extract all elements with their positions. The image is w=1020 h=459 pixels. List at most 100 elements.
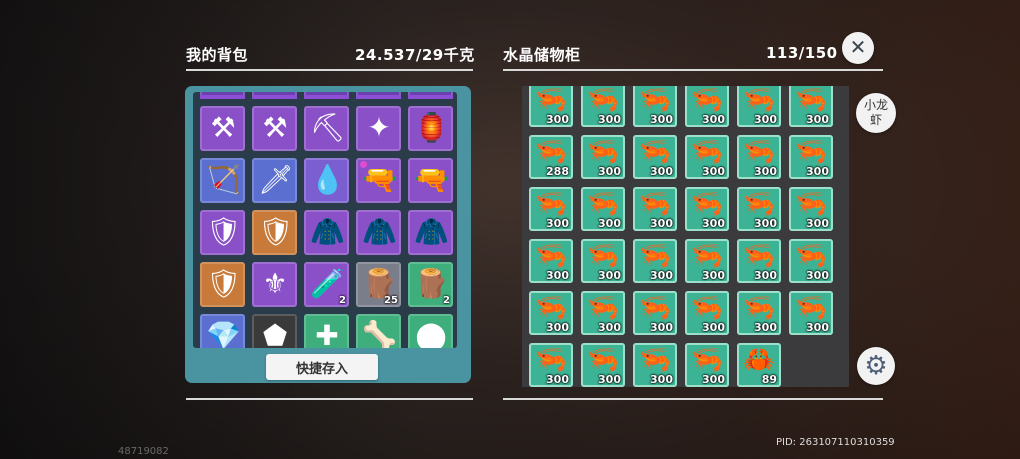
backpack-slot[interactable]: ✕ (408, 92, 453, 99)
backpack-slot[interactable]: 🔫 (356, 158, 401, 203)
item-count: 300 (650, 269, 673, 282)
backpack-slot[interactable]: 🗡 (252, 158, 297, 203)
storage-slot[interactable]: 🦐 300 (633, 291, 677, 335)
storage-slot[interactable]: 🦐 300 (529, 187, 573, 231)
storage-slot[interactable]: 🦐 300 (685, 343, 729, 387)
storage-slot[interactable]: 🦐 300 (685, 187, 729, 231)
storage-slot[interactable]: 🦐 300 (737, 86, 781, 127)
backpack-slot[interactable]: 🪵 2 (408, 262, 453, 307)
lobster-icon: 🦐 (534, 137, 568, 167)
lobster-icon: 🦐 (638, 241, 672, 271)
storage-slot[interactable]: 🦐 300 (633, 187, 677, 231)
item-count: 300 (754, 113, 777, 126)
item-count: 288 (546, 165, 569, 178)
item-count: 300 (650, 165, 673, 178)
item-count: 300 (702, 113, 725, 126)
storage-slot[interactable]: 🦐 300 (633, 343, 677, 387)
storage-slot[interactable]: 🦐 300 (581, 86, 625, 127)
lobster-icon: 🦐 (638, 137, 672, 167)
backpack-slot[interactable]: 🛡 (200, 262, 245, 307)
backpack-slot[interactable]: ⚒ (200, 106, 245, 151)
storage-slot[interactable]: 🦐 300 (581, 239, 625, 283)
backpack-slot[interactable]: 💎 (200, 314, 245, 348)
lobster-icon: 🦐 (638, 189, 672, 219)
storage-slot[interactable]: 🦐 300 (789, 86, 833, 127)
backpack-slot[interactable]: 🪵 25 (356, 262, 401, 307)
storage-slot[interactable]: 🦐 300 (633, 135, 677, 179)
backpack-weight: 24.537/29千克 (355, 46, 475, 64)
storage-slot[interactable]: 🦐 300 (789, 239, 833, 283)
storage-slot[interactable]: 🦐 300 (529, 239, 573, 283)
storage-panel[interactable]: 🦐 300 🦐 300 🦐 300 🦐 300 🦐 300 🦐 300 🦐 288 🦐 300 🦐 300 🦐 300… (522, 86, 849, 387)
item-count: 300 (546, 373, 569, 386)
storage-slot[interactable]: 🦐 300 (633, 86, 677, 127)
storage-slot[interactable]: 🦐 300 (581, 291, 625, 335)
storage-slot[interactable]: 🦐 300 (737, 135, 781, 179)
backpack-slot[interactable]: 🧥 (408, 210, 453, 255)
backpack-slot[interactable]: 🧥 (304, 210, 349, 255)
item-count: 300 (598, 217, 621, 230)
backpack-slot[interactable]: 🦴 (356, 314, 401, 348)
storage-slot[interactable]: 🦐 300 (633, 239, 677, 283)
storage-slot[interactable]: 🦐 300 (581, 343, 625, 387)
item-icon: ✕ (206, 92, 240, 93)
backpack-slot[interactable]: 🧪 2 (304, 262, 349, 307)
storage-slot[interactable]: 🦐 300 (737, 291, 781, 335)
item-icon: ✕ (258, 92, 292, 93)
storage-slot[interactable]: 🦐 300 (685, 86, 729, 127)
backpack-slot[interactable]: 🏮 (408, 106, 453, 151)
backpack-slot[interactable]: ⚜ (252, 262, 297, 307)
lobster-icon: 🦐 (534, 86, 568, 115)
backpack-slot[interactable]: ⬟ (252, 314, 297, 348)
backpack-slot[interactable]: 🛡 (252, 210, 297, 255)
lobster-icon: 🦐 (534, 189, 568, 219)
lobster-icon: 🦐 (586, 293, 620, 323)
storage-slot[interactable]: 🦐 300 (581, 135, 625, 179)
backpack-slot[interactable]: ✚ (304, 314, 349, 348)
backpack-slot[interactable]: 🏹 (200, 158, 245, 203)
storage-slot[interactable]: 🦐 300 (737, 239, 781, 283)
backpack-panel: ✕ ✕ ✕ ✕ ✕ ⚒ ⚒ ⛏ ✦ 🏮 🏹 🗡 💧 🔫 🔫 🛡 🛡 🧥 🧥 🧥 🛡 ⚜ 🧪2🪵25🪵2 💎 ⬟ ✚ 🦴 ⬤ 快捷存入 (185, 86, 471, 383)
storage-slot[interactable]: 🦐 300 (789, 135, 833, 179)
rarity-stripe (252, 95, 297, 99)
lobster-icon: 🦐 (586, 86, 620, 115)
storage-slot[interactable]: 🦐 300 (789, 291, 833, 335)
backpack-slot[interactable]: ✕ (304, 92, 349, 99)
settings-button[interactable]: ⚙ (857, 347, 895, 385)
storage-slot[interactable]: 🦀 89 (737, 343, 781, 387)
backpack-slot[interactable]: 💧 (304, 158, 349, 203)
storage-slot[interactable]: 🦐 300 (685, 239, 729, 283)
storage-slot[interactable]: 🦐 300 (529, 86, 573, 127)
lobster-icon: 🦐 (638, 86, 672, 115)
backpack-slot[interactable]: ⚒ (252, 106, 297, 151)
backpack-slot[interactable]: 🔫 (408, 158, 453, 203)
quick-store-button[interactable]: 快捷存入 (266, 354, 378, 380)
backpack-slot[interactable]: ⬤ (408, 314, 453, 348)
item-count: 300 (598, 165, 621, 178)
backpack-slot[interactable]: 🧥 (356, 210, 401, 255)
close-button[interactable]: ✕ (842, 32, 874, 64)
storage-slot[interactable]: 🦐 300 (529, 291, 573, 335)
lobster-icon: 🦐 (638, 293, 672, 323)
backpack-slot[interactable]: ⛏ (304, 106, 349, 151)
filter-lobster-button[interactable]: 小龙 虾 (856, 93, 896, 133)
backpack-slot[interactable]: ✕ (252, 92, 297, 99)
storage-slot[interactable]: 🦐 300 (685, 135, 729, 179)
backpack-grid[interactable]: ✕ ✕ ✕ ✕ ✕ ⚒ ⚒ ⛏ ✦ 🏮 🏹 🗡 💧 🔫 🔫 🛡 🛡 🧥 🧥 🧥 🛡 ⚜ 🧪2🪵25🪵2 💎 ⬟ ✚ 🦴 ⬤ (193, 92, 457, 348)
backpack-slot[interactable]: ✦ (356, 106, 401, 151)
storage-slot[interactable]: 🦐 288 (529, 135, 573, 179)
storage-slot[interactable]: 🦐 300 (685, 291, 729, 335)
item-count: 300 (754, 269, 777, 282)
backpack-slot[interactable]: ✕ (356, 92, 401, 99)
storage-slot[interactable]: 🦐 300 (789, 187, 833, 231)
item-count: 300 (650, 373, 673, 386)
item-count: 300 (650, 217, 673, 230)
storage-slot[interactable]: 🦐 300 (581, 187, 625, 231)
storage-slot[interactable]: 🦐 300 (529, 343, 573, 387)
storage-slot[interactable]: 🦐 300 (737, 187, 781, 231)
backpack-title: 我的背包 (186, 46, 249, 64)
backpack-footer-divider (186, 398, 473, 400)
backpack-slot[interactable]: 🛡 (200, 210, 245, 255)
backpack-slot[interactable]: ✕ (200, 92, 245, 99)
lobster-icon: 🦐 (534, 345, 568, 375)
